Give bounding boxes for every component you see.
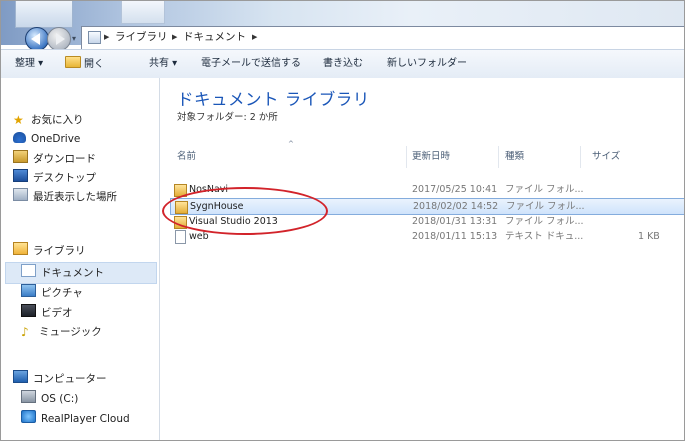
column-header-type[interactable]: 種類 [505,149,524,165]
chevron-right-icon[interactable]: ▶ [172,29,177,45]
navigation-pane: ★ お気に入り OneDrive ダウンロード デスクトップ 最近表示した場所 ラ… [1,78,160,440]
command-bar: 整理 ▾ 開く 共有 ▾ 電子メールで送信する 書き込む 新しいフォルダー [1,49,684,79]
breadcrumb-libraries[interactable]: ライブラリ [115,29,168,45]
sidebar-item-onedrive[interactable]: OneDrive [13,131,80,147]
music-icon: ♪ [21,325,29,339]
recent-places-icon [13,188,28,201]
sidebar-item-downloads[interactable]: ダウンロード [13,150,96,166]
history-dropdown-icon[interactable]: ▾ [72,34,76,43]
forward-arrow-icon [56,33,65,45]
open-button[interactable]: 開く [65,56,104,72]
computer-icon [13,370,28,383]
sidebar-item-music[interactable]: ♪ ミュージック [21,324,102,340]
sidebar-item-documents[interactable]: ドキュメント [21,264,104,280]
email-button[interactable]: 電子メールで送信する [201,56,301,72]
documents-icon [21,264,36,277]
downloads-icon [13,150,28,163]
sidebar-item-pictures[interactable]: ピクチャ [21,284,83,300]
desktop-icon [13,169,28,182]
chevron-right-icon[interactable]: ▶ [104,29,109,45]
burn-button[interactable]: 書き込む [323,56,363,72]
breadcrumb-documents[interactable]: ドキュメント [183,29,246,45]
favorites-header[interactable]: ★ お気に入り [13,112,84,128]
column-header-size[interactable]: サイズ [592,149,620,165]
disk-icon [21,390,36,403]
libraries-header[interactable]: ライブラリ [13,242,86,258]
sidebar-item-desktop[interactable]: デスクトップ [13,169,96,185]
address-bar[interactable]: ▶ ライブラリ ▶ ドキュメント ▶ [81,26,684,50]
open-folder-icon [65,56,81,68]
back-arrow-icon [31,33,40,45]
file-list-pane: ドキュメント ライブラリ 対象フォルダー: 2 か所 ^ 名前 更新日時 種類 … [160,78,684,440]
column-header-date[interactable]: 更新日時 [412,149,450,165]
share-button[interactable]: 共有 ▾ [149,56,177,72]
onedrive-icon [13,132,26,143]
computer-header[interactable]: コンピューター [13,370,107,386]
chevron-right-icon[interactable]: ▶ [252,29,257,45]
organize-button[interactable]: 整理 ▾ [15,56,43,72]
open-label: 開く [84,59,104,70]
libraries-icon [13,242,28,255]
videos-icon [21,304,36,317]
sidebar-item-realplayer-cloud[interactable]: RealPlayer Cloud [21,410,130,426]
star-icon: ★ [13,113,24,127]
library-title: ドキュメント ライブラリ [177,90,370,109]
pictures-icon [21,284,36,297]
library-locations-link[interactable]: 対象フォルダー: 2 か所 [177,109,278,123]
sidebar-item-recent-places[interactable]: 最近表示した場所 [13,188,117,204]
explorer-window: ▾ ▶ ライブラリ ▶ ドキュメント ▶ 整理 ▾ 開く 共有 ▾ 電子メールで… [0,0,685,441]
sidebar-item-videos[interactable]: ビデオ [21,304,73,320]
sort-caret-icon: ^ [288,140,294,148]
library-icon [88,31,101,44]
annotation-circle [162,187,328,235]
sidebar-item-os-drive[interactable]: OS (C:) [21,390,78,406]
forward-button[interactable] [47,27,71,51]
new-folder-button[interactable]: 新しいフォルダー [387,56,467,72]
column-header-name[interactable]: 名前 [177,149,196,165]
realplayer-icon [21,410,36,423]
text-file-icon [175,230,186,244]
back-button[interactable] [25,27,49,51]
